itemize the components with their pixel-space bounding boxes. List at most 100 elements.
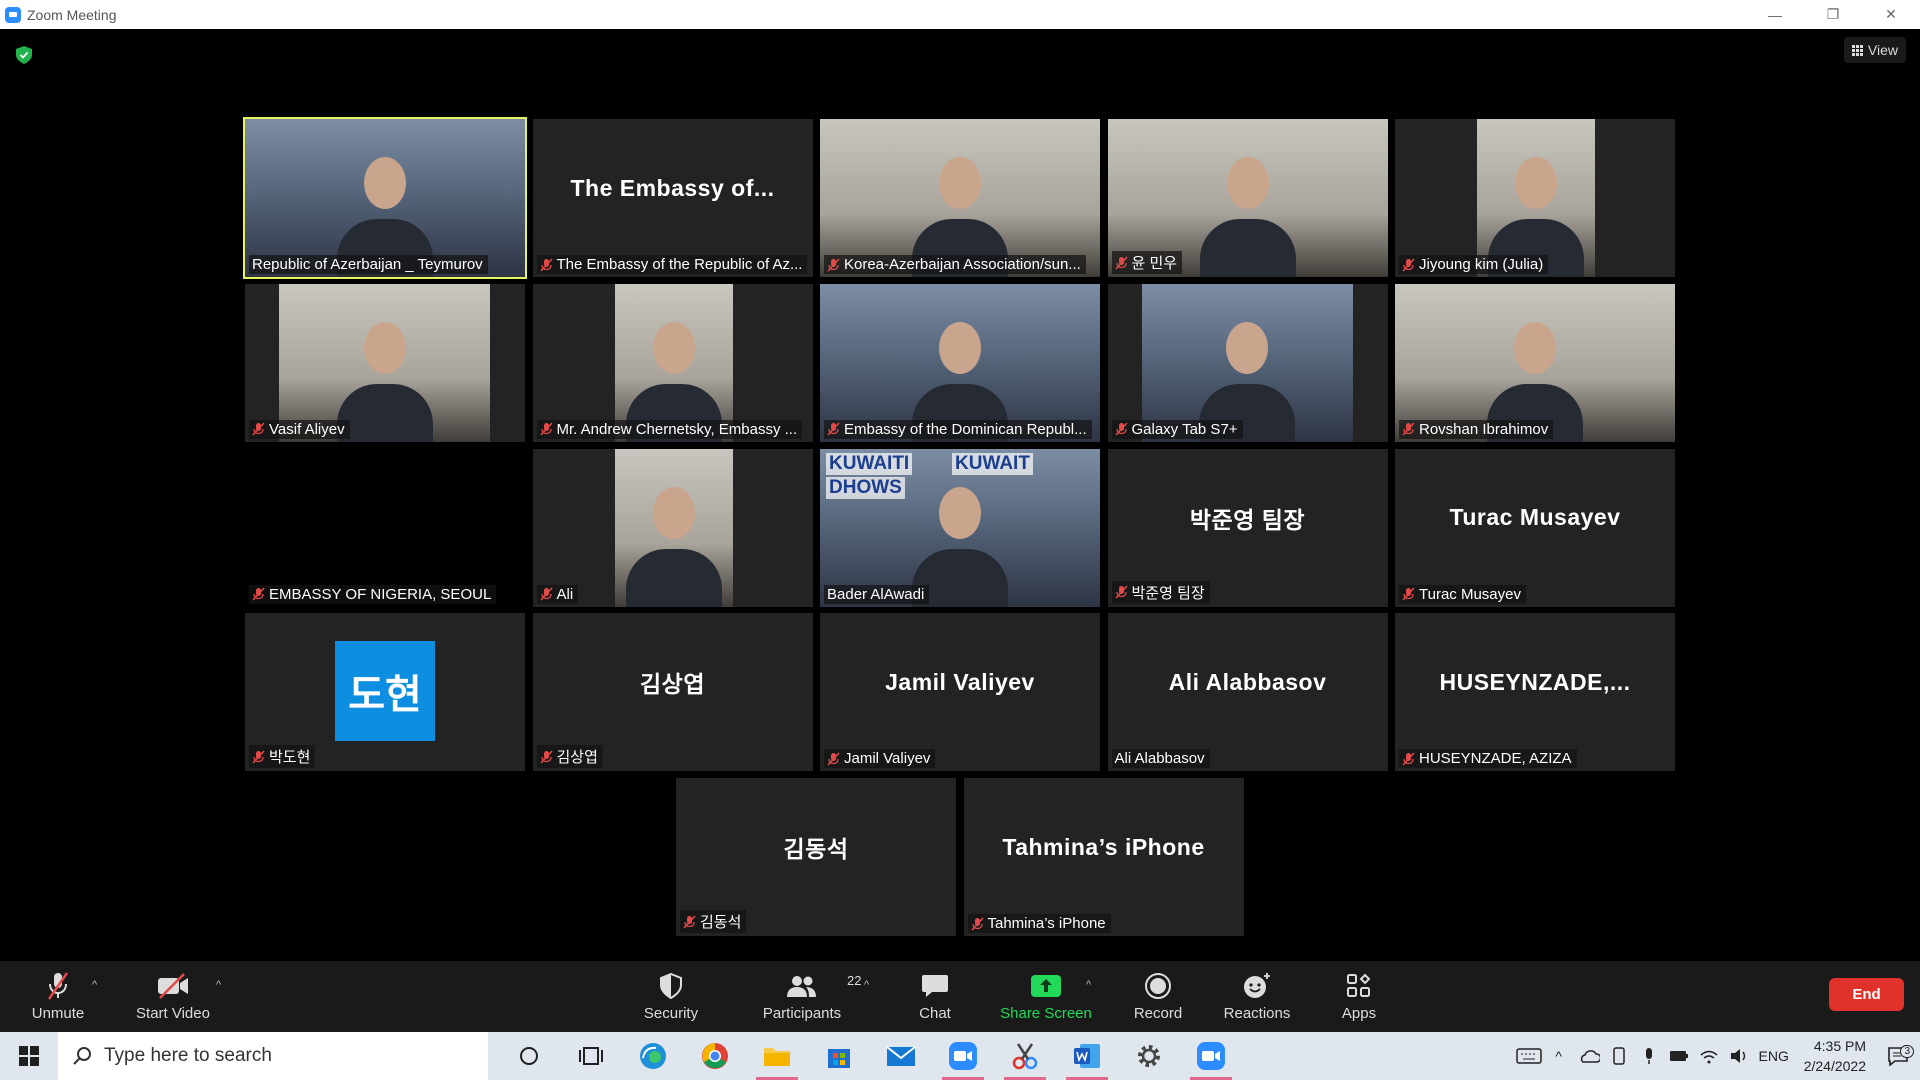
microphone-muted-icon: [1114, 585, 1128, 599]
apps-button[interactable]: Apps: [1338, 961, 1380, 1032]
participant-tile[interactable]: Turac Musayev Turac Musayev: [1395, 448, 1675, 607]
taskbar-file-explorer[interactable]: [746, 1032, 808, 1080]
tray-microphone-icon[interactable]: [1634, 1047, 1664, 1065]
show-hidden-icons-chevron-icon[interactable]: ^: [1544, 1048, 1574, 1064]
unmute-button[interactable]: Unmute: [22, 961, 94, 1032]
participant-tile[interactable]: Korea-Azerbaijan Association/sun...: [820, 119, 1100, 277]
participant-tile[interactable]: Republic of Azerbaijan _ Teymurov: [243, 117, 527, 279]
participant-tile[interactable]: EMBASSY OF NIGERIA, SEOUL: [245, 448, 525, 607]
word-document-icon: [1074, 1044, 1100, 1068]
taskbar-zoom[interactable]: [932, 1032, 994, 1080]
restore-button[interactable]: ❐: [1804, 0, 1862, 29]
participant-name-label: EMBASSY OF NIGERIA, SEOUL: [249, 584, 497, 604]
end-meeting-button[interactable]: End: [1829, 978, 1904, 1011]
view-button[interactable]: View: [1843, 37, 1906, 63]
cortana-circle-icon: [520, 1047, 538, 1065]
participants-button[interactable]: 22 Participants: [760, 961, 862, 1032]
reactions-button[interactable]: Reactions: [1222, 961, 1292, 1032]
microphone-muted-icon: [539, 750, 553, 764]
taskbar-edge[interactable]: [622, 1032, 684, 1080]
chat-button[interactable]: Chat: [910, 961, 960, 1032]
security-button[interactable]: Security: [636, 961, 706, 1032]
participant-tile[interactable]: Mr. Andrew Chernetsky, Embassy ...: [532, 283, 813, 442]
start-video-button[interactable]: Start Video: [132, 961, 214, 1032]
taskbar-word[interactable]: [1056, 1032, 1118, 1080]
participant-tile[interactable]: HUSEYNZADE,... HUSEYNZADE, AZIZA: [1395, 613, 1675, 772]
cortana-button[interactable]: [498, 1032, 560, 1080]
close-button[interactable]: ✕: [1862, 0, 1920, 29]
participant-tile[interactable]: 박준영 팀장 박준영 팀장: [1107, 448, 1388, 607]
device-icon[interactable]: [1604, 1047, 1634, 1065]
person-silhouette: [652, 321, 695, 374]
participant-tile[interactable]: 도현 박도현: [245, 613, 525, 772]
record-button[interactable]: Record: [1130, 961, 1186, 1032]
notifications-icon[interactable]: 3: [1876, 1045, 1920, 1066]
taskbar-chrome[interactable]: [684, 1032, 746, 1080]
minimize-button[interactable]: —: [1746, 0, 1804, 29]
participant-tile[interactable]: Vasif Aliyev: [245, 283, 525, 442]
speaker-volume-icon[interactable]: [1724, 1048, 1754, 1064]
microphone-muted-icon: [539, 257, 553, 272]
microphone-muted-icon: [539, 422, 553, 436]
input-language[interactable]: ENG: [1754, 1048, 1794, 1064]
taskbar-clock[interactable]: 4:35 PM 2/24/2022: [1794, 1036, 1876, 1076]
participant-tile[interactable]: Jamil Valiyev Jamil Valiyev: [820, 613, 1100, 772]
participant-name: Jamil Valiyev: [844, 750, 931, 768]
zoom-app-icon: [1197, 1042, 1225, 1070]
participant-name: 박도현: [269, 749, 311, 767]
participant-tile[interactable]: The Embassy of... The Embassy of the Repu…: [532, 119, 813, 277]
share-screen-button[interactable]: Share Screen: [998, 961, 1094, 1032]
notification-count-badge: 3: [1900, 1045, 1914, 1058]
microphone-muted-icon: [970, 916, 984, 931]
participant-name-label: 박준영 팀장: [1111, 580, 1210, 604]
poster-text: KUWAIT: [952, 452, 1033, 475]
taskbar-store[interactable]: [808, 1032, 870, 1080]
share-screen-label: Share Screen: [1000, 1005, 1092, 1022]
keyboard-icon[interactable]: [1514, 1047, 1544, 1065]
taskbar-search-box[interactable]: Type here to search: [58, 1032, 488, 1080]
share-options-chevron-icon[interactable]: ^: [1086, 979, 1091, 991]
battery-icon[interactable]: [1664, 1050, 1694, 1062]
microphone-muted-icon: [827, 257, 840, 272]
taskbar-zoom-secondary[interactable]: [1180, 1032, 1242, 1080]
wifi-icon[interactable]: [1694, 1048, 1724, 1064]
taskbar-mail[interactable]: [870, 1032, 932, 1080]
participant-name: Tahmina’s iPhone: [987, 915, 1106, 932]
participant-tile[interactable]: Tahmina’s iPhone Tahmina’s iPhone: [963, 778, 1244, 936]
participant-display-name: HUSEYNZADE,...: [1439, 668, 1631, 695]
zoom-app-icon: [949, 1042, 977, 1070]
participant-name-label: Ali Alabbasov: [1111, 749, 1210, 769]
microphone-muted-icon: [252, 587, 265, 601]
clock-time: 4:35 PM: [1813, 1038, 1866, 1054]
participant-tile[interactable]: 김상엽 김상엽: [532, 613, 813, 772]
participant-tile[interactable]: Ali: [532, 448, 813, 607]
participant-tile[interactable]: KUWAITI DHOWS KUWAIT Bader AlAwadi: [820, 448, 1100, 607]
person-silhouette: [364, 157, 406, 209]
participant-tile[interactable]: Ali Alabbasov Ali Alabbasov: [1107, 613, 1388, 772]
start-button[interactable]: [0, 1032, 58, 1080]
participant-name: Republic of Azerbaijan _ Teymurov: [252, 256, 483, 273]
encryption-shield-icon[interactable]: [16, 46, 32, 64]
onedrive-cloud-icon[interactable]: [1574, 1049, 1604, 1063]
audio-options-chevron-icon[interactable]: ^: [92, 979, 97, 991]
record-icon: [1145, 973, 1171, 999]
participant-name-label: Republic of Azerbaijan _ Teymurov: [249, 255, 488, 274]
microphone-muted-icon: [827, 752, 840, 766]
clock-date: 2/24/2022: [1803, 1058, 1866, 1074]
participant-tile[interactable]: 윤 민우: [1107, 119, 1388, 277]
participants-options-chevron-icon[interactable]: ^: [864, 979, 869, 991]
participant-tile[interactable]: 김동석 김동석: [676, 778, 956, 936]
participant-video: [279, 283, 490, 442]
task-view-icon: [579, 1047, 603, 1065]
participant-tile[interactable]: Embassy of the Dominican Republ...: [820, 283, 1100, 442]
poster-text: KUWAITI: [826, 452, 913, 475]
participant-display-name: 김동석: [783, 836, 849, 862]
task-view-button[interactable]: [560, 1032, 622, 1080]
taskbar-settings[interactable]: [1118, 1032, 1180, 1080]
taskbar-apps: [498, 1032, 1242, 1080]
participant-tile[interactable]: Galaxy Tab S7+: [1107, 283, 1388, 442]
video-options-chevron-icon[interactable]: ^: [216, 979, 221, 991]
participant-tile[interactable]: Jiyoung kim (Julia): [1395, 119, 1675, 277]
taskbar-snipping-tool[interactable]: [994, 1032, 1056, 1080]
participant-tile[interactable]: Rovshan Ibrahimov: [1395, 283, 1675, 442]
